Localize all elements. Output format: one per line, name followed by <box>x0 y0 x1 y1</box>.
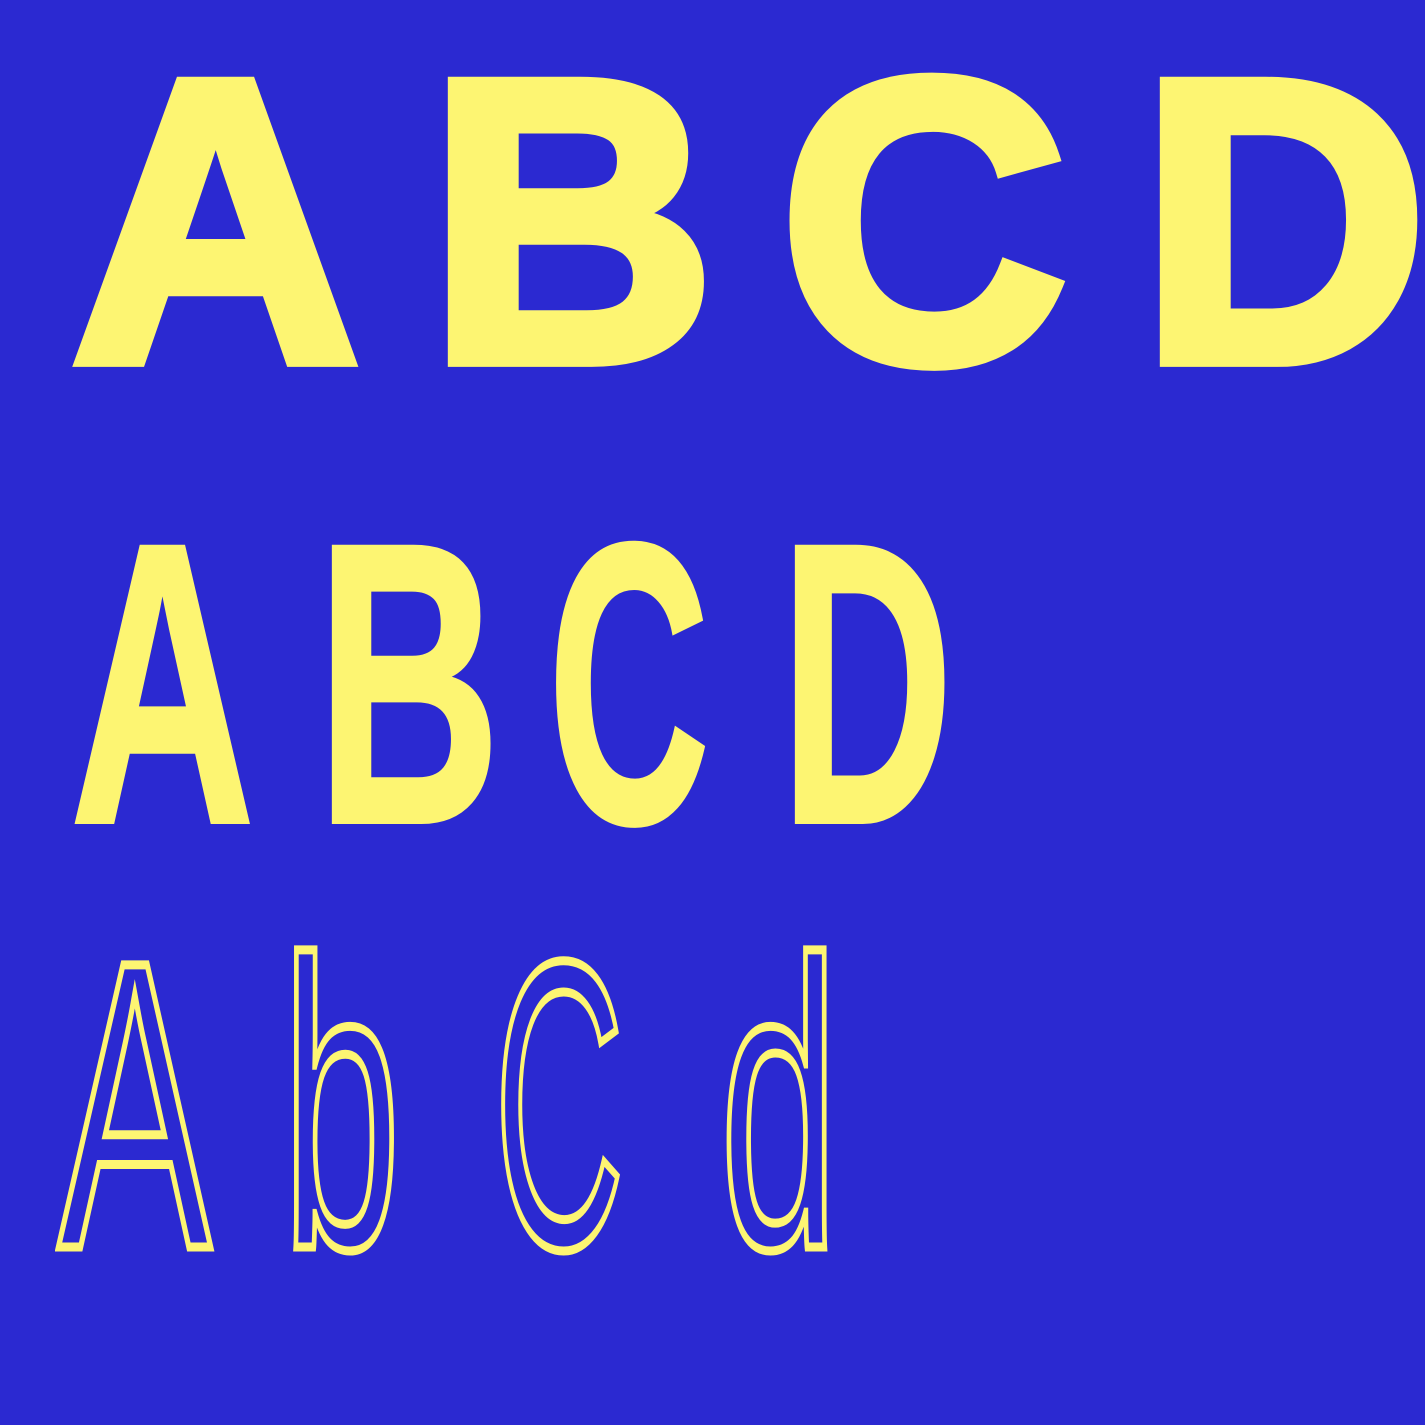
glyph-heavy-C: C <box>773 0 1074 446</box>
glyph-thin-d: d <box>718 876 841 1334</box>
glyph-heavy-A: A <box>65 0 366 446</box>
glyph-heavy-B: B <box>421 0 722 446</box>
glyph-heavy-D: D <box>1133 0 1425 446</box>
glyph-thin-C: C <box>492 876 626 1334</box>
glyph-condensed-B: B <box>315 460 502 907</box>
type-specimen-canvas: A B C D A B C D A b C d <box>0 0 1425 1425</box>
glyph-thin-b: b <box>280 876 403 1334</box>
glyph-condensed-A: A <box>69 460 256 907</box>
glyph-condensed-D: D <box>779 460 955 907</box>
glyph-thin-A: A <box>55 876 213 1334</box>
glyph-condensed-C: C <box>547 460 711 907</box>
